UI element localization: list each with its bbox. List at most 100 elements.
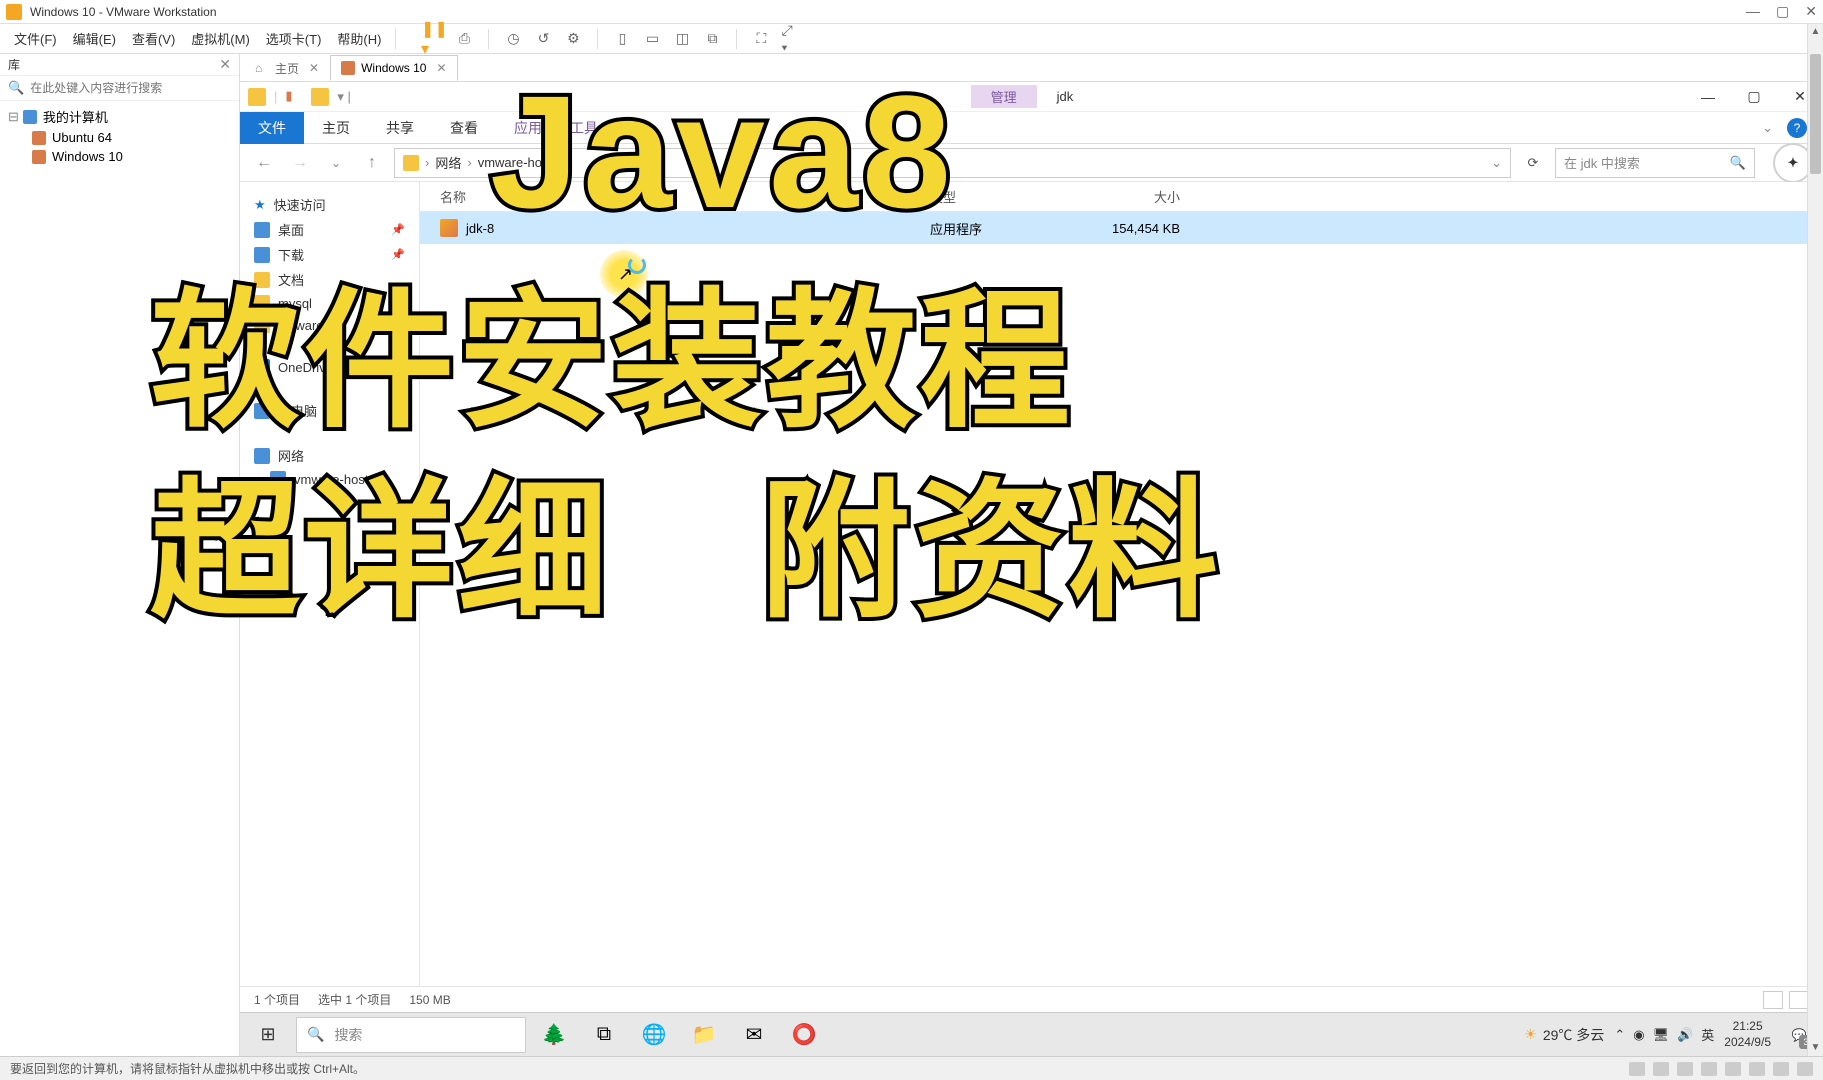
view-icons-button[interactable] (1789, 991, 1809, 1009)
weather-widget[interactable]: ☀ 29℃ 多云 (1524, 1025, 1604, 1045)
nav-up-button[interactable]: ↑ (358, 149, 386, 177)
maximize-button[interactable]: ▢ (1731, 82, 1777, 112)
nav-downloads[interactable]: 下载 📌 (246, 242, 413, 267)
col-name[interactable]: 名称 (440, 187, 930, 206)
nav-network[interactable]: 网络 (246, 443, 413, 468)
search-icon[interactable]: 🔍 (1730, 155, 1746, 171)
library-close-icon[interactable]: ✕ (219, 56, 231, 73)
tray-expand-icon[interactable]: ⌃ (1614, 1027, 1625, 1043)
address-bar[interactable]: › 网络 › vmware-host ⌄ (394, 148, 1511, 178)
folder-icon[interactable] (248, 88, 266, 106)
tree-vm-windows10[interactable]: Windows 10 (8, 147, 231, 166)
menu-file[interactable]: 文件(F) (8, 27, 63, 50)
breadcrumb-network[interactable]: 网络 (435, 153, 461, 172)
ribbon-view[interactable]: 查看 (432, 112, 496, 144)
nav-vmware[interactable]: vmware (246, 314, 413, 336)
nav-vmhost[interactable]: vmware-host (246, 468, 413, 490)
tray-icon[interactable]: ◉ (1633, 1027, 1644, 1043)
minimize-button[interactable]: — (1685, 82, 1731, 112)
revert-icon[interactable]: ↺ (533, 29, 553, 49)
view-mode-2-icon[interactable]: ▭ (642, 29, 662, 49)
col-type[interactable]: 类型 (930, 187, 1080, 206)
scrollbar-thumb[interactable] (1810, 54, 1821, 174)
nav-quick-access[interactable]: ★ 快速访问 (246, 192, 413, 217)
view-mode-1-icon[interactable]: ▯ (612, 29, 632, 49)
tree-vm-ubuntu[interactable]: Ubuntu 64 (8, 128, 231, 147)
app-icon[interactable]: ⭕ (782, 1015, 826, 1055)
indicator-icon[interactable] (1749, 1062, 1765, 1076)
ribbon-share[interactable]: 共享 (368, 112, 432, 144)
taskbar-search[interactable]: 🔍 搜索 (296, 1017, 526, 1053)
breadcrumb-host[interactable]: vmware-host (478, 155, 552, 170)
col-size[interactable]: 大小 (1080, 187, 1200, 206)
context-tab-manage[interactable]: 管理 (971, 85, 1037, 108)
view-mode-3-icon[interactable]: ◫ (672, 29, 692, 49)
library-search-input[interactable] (30, 81, 231, 95)
indicator-icon[interactable] (1629, 1062, 1645, 1076)
indicator-icon[interactable] (1797, 1062, 1813, 1076)
nav-forward-button[interactable]: → (286, 149, 314, 177)
indicator-icon[interactable] (1725, 1062, 1741, 1076)
start-button[interactable]: ⊞ (246, 1015, 290, 1055)
mail-icon[interactable]: ✉ (732, 1015, 776, 1055)
taskview-icon[interactable]: 🌲 (532, 1015, 576, 1055)
nav-back-button[interactable]: ← (250, 149, 278, 177)
menu-help[interactable]: 帮助(H) (331, 27, 387, 50)
view-details-button[interactable] (1763, 991, 1783, 1009)
clock-time: 21:25 (1724, 1019, 1771, 1035)
tab-close-icon[interactable]: ✕ (436, 61, 446, 75)
scroll-down-icon[interactable]: ▼ (1808, 1040, 1823, 1056)
menu-view[interactable]: 查看(V) (126, 27, 181, 50)
addr-dropdown-icon[interactable]: ⌄ (1491, 155, 1502, 171)
manage-icon[interactable]: ⚙ (563, 29, 583, 49)
nav-thispc[interactable]: 此电脑 (246, 398, 413, 423)
indicator-icon[interactable] (1653, 1062, 1669, 1076)
indicator-icon[interactable] (1701, 1062, 1717, 1076)
ime-indicator[interactable]: 英 (1701, 1025, 1714, 1044)
clock[interactable]: 21:25 2024/9/5 (1724, 1019, 1771, 1050)
tab-home[interactable]: ⌂ 主页 ✕ (244, 55, 330, 81)
indicator-icon[interactable] (1677, 1062, 1693, 1076)
explorer-search-box[interactable]: 在 jdk 中搜索 🔍 (1555, 148, 1755, 178)
view-mode-4-icon[interactable]: ⧉ (702, 29, 722, 49)
ribbon-home[interactable]: 主页 (304, 112, 368, 144)
unity-icon[interactable]: ⤢ ▾ (781, 29, 801, 49)
refresh-button[interactable]: ⟳ (1519, 149, 1547, 177)
snapshot-icon[interactable]: ⎙ (454, 29, 474, 49)
minimize-button[interactable]: — (1746, 3, 1760, 20)
maximize-button[interactable]: ▢ (1776, 3, 1789, 20)
fullscreen-icon[interactable]: ⛶ (751, 29, 771, 49)
scroll-up-icon[interactable]: ▲ (1808, 24, 1823, 40)
nav-recent-dropdown[interactable]: ⌄ (322, 149, 350, 177)
nav-mysql[interactable]: mysql (246, 292, 413, 314)
tab-close-icon[interactable]: ✕ (309, 61, 319, 75)
ribbon-apptools[interactable]: 应用程序工具 (496, 112, 616, 144)
menu-edit[interactable]: 编辑(E) (67, 27, 122, 50)
qat-icon[interactable]: ▮ (285, 88, 303, 106)
nav-documents[interactable]: 文档 (246, 267, 413, 292)
clock-icon[interactable]: ◷ (503, 29, 523, 49)
menu-tabs[interactable]: 选项卡(T) (260, 27, 328, 50)
help-icon[interactable]: ? (1787, 118, 1807, 138)
qat-dropdown[interactable]: ▾ | (337, 89, 351, 105)
vertical-scrollbar[interactable]: ▲ ▼ (1807, 24, 1823, 1056)
volume-icon[interactable]: 🔊 (1677, 1027, 1693, 1043)
pause-icon[interactable]: ❚❚ ▾ (424, 29, 444, 49)
explorer-icon[interactable]: 📁 (682, 1015, 726, 1055)
close-button[interactable]: ✕ (1805, 3, 1817, 20)
menu-vm[interactable]: 虚拟机(M) (185, 27, 256, 50)
taskview-button[interactable]: ⧉ (582, 1015, 626, 1055)
indicator-icon[interactable] (1773, 1062, 1789, 1076)
folder-icon[interactable] (311, 88, 329, 106)
tree-root-mycomputer[interactable]: ⊟ 我的计算机 (8, 105, 231, 128)
edge-icon[interactable]: 🌐 (632, 1015, 676, 1055)
nav-onedrive[interactable]: OneDrive (246, 356, 413, 378)
ribbon-file[interactable]: 文件 (240, 112, 304, 144)
file-row-jdk[interactable]: jdk-8 应用程序 154,454 KB (420, 212, 1823, 244)
ribbon-expand-icon[interactable]: ⌄ (1762, 120, 1773, 136)
library-search[interactable]: 🔍 (0, 76, 239, 101)
vmware-tabs: ⌂ 主页 ✕ Windows 10 ✕ (240, 54, 1823, 82)
tab-windows10[interactable]: Windows 10 ✕ (330, 55, 457, 81)
nav-desktop[interactable]: 桌面 📌 (246, 217, 413, 242)
network-icon[interactable]: 🖥 (1653, 1027, 1670, 1043)
